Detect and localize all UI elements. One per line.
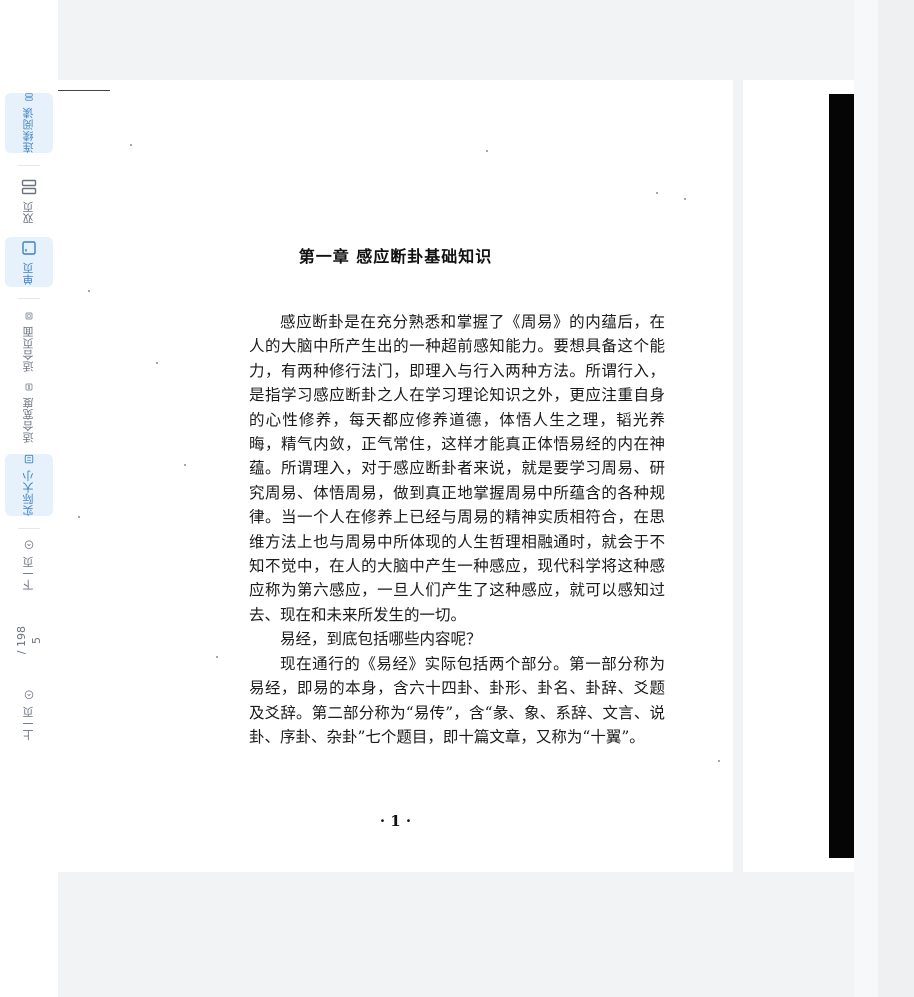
actual-size-icon bbox=[24, 454, 34, 464]
body-paragraph: 易经，到底包括哪些内容呢？ bbox=[280, 630, 482, 649]
fit-page-label: 适合页面 bbox=[22, 326, 35, 372]
page-body: 感应断卦是在充分熟悉和掌握了《周易》的内蕴后，在人的大脑中所产生出的一种超前感知… bbox=[249, 310, 665, 749]
actual-size-label: 实际大小 bbox=[22, 470, 35, 516]
single-page-button[interactable]: 单页 bbox=[5, 237, 53, 287]
actual-size-button[interactable]: 实际大小 bbox=[5, 454, 53, 516]
chevron-up-circle-icon bbox=[24, 690, 34, 699]
scan-speck bbox=[88, 290, 90, 292]
next-page-label: 下一页 bbox=[22, 555, 35, 591]
fit-page-button[interactable]: 适合页面 bbox=[5, 312, 53, 372]
view-toolbar: 连续阅读 双页 单页 适合页面 适合宽度 实际大小 下一页 / 198 5 上一… bbox=[0, 0, 58, 997]
double-page-icon bbox=[21, 179, 37, 194]
fit-width-icon bbox=[25, 383, 33, 391]
scan-speck bbox=[718, 760, 720, 762]
divider bbox=[18, 298, 40, 299]
page-scan-line bbox=[58, 90, 110, 91]
divider bbox=[18, 165, 40, 166]
page-number: · 1 · bbox=[379, 812, 412, 830]
double-page-label: 双页 bbox=[22, 200, 35, 224]
single-page-icon bbox=[22, 240, 36, 255]
prev-page-label: 上一页 bbox=[22, 705, 35, 741]
scan-speck bbox=[684, 198, 686, 200]
next-page-preview bbox=[743, 80, 854, 872]
chapter-title: 第一章 感应断卦基础知识 bbox=[298, 247, 493, 266]
scan-speck bbox=[486, 150, 488, 152]
continuous-read-icon bbox=[25, 93, 33, 101]
viewer-gutter bbox=[854, 0, 878, 997]
page-current: 5 bbox=[30, 636, 43, 644]
scan-speck bbox=[656, 192, 658, 194]
fit-page-icon bbox=[25, 312, 33, 320]
scan-speck bbox=[216, 656, 218, 658]
next-page-button[interactable]: 下一页 bbox=[5, 540, 53, 590]
scan-speck bbox=[78, 516, 80, 518]
scrollbar-track[interactable] bbox=[878, 0, 914, 997]
single-page-label: 单页 bbox=[22, 261, 35, 285]
scan-speck bbox=[130, 144, 132, 146]
fit-width-button[interactable]: 适合宽度 bbox=[5, 383, 53, 443]
scan-speck bbox=[156, 362, 158, 364]
body-paragraph: 感应断卦是在充分熟悉和掌握了《周易》的内蕴后，在人的大脑中所产生出的一种超前感知… bbox=[249, 313, 665, 624]
chevron-down-circle-icon bbox=[24, 540, 34, 549]
scanned-dark-edge bbox=[829, 94, 854, 858]
continuous-read-button[interactable]: 连续阅读 bbox=[5, 93, 53, 153]
continuous-read-label: 连续阅读 bbox=[22, 107, 35, 153]
divider bbox=[18, 528, 40, 529]
page-indicator[interactable]: / 198 5 bbox=[5, 600, 53, 680]
body-paragraph: 现在通行的《易经》实际包括两个部分。第一部分称为易经，即易的本身，含六十四卦、卦… bbox=[249, 654, 665, 746]
document-page: 第一章 感应断卦基础知识 感应断卦是在充分熟悉和掌握了《周易》的内蕴后，在人的大… bbox=[58, 80, 733, 872]
double-page-button[interactable]: 双页 bbox=[5, 175, 53, 227]
fit-width-label: 适合宽度 bbox=[22, 397, 35, 443]
prev-page-button[interactable]: 上一页 bbox=[5, 690, 53, 740]
page-total: / 198 bbox=[15, 625, 28, 655]
scan-speck bbox=[184, 464, 186, 466]
